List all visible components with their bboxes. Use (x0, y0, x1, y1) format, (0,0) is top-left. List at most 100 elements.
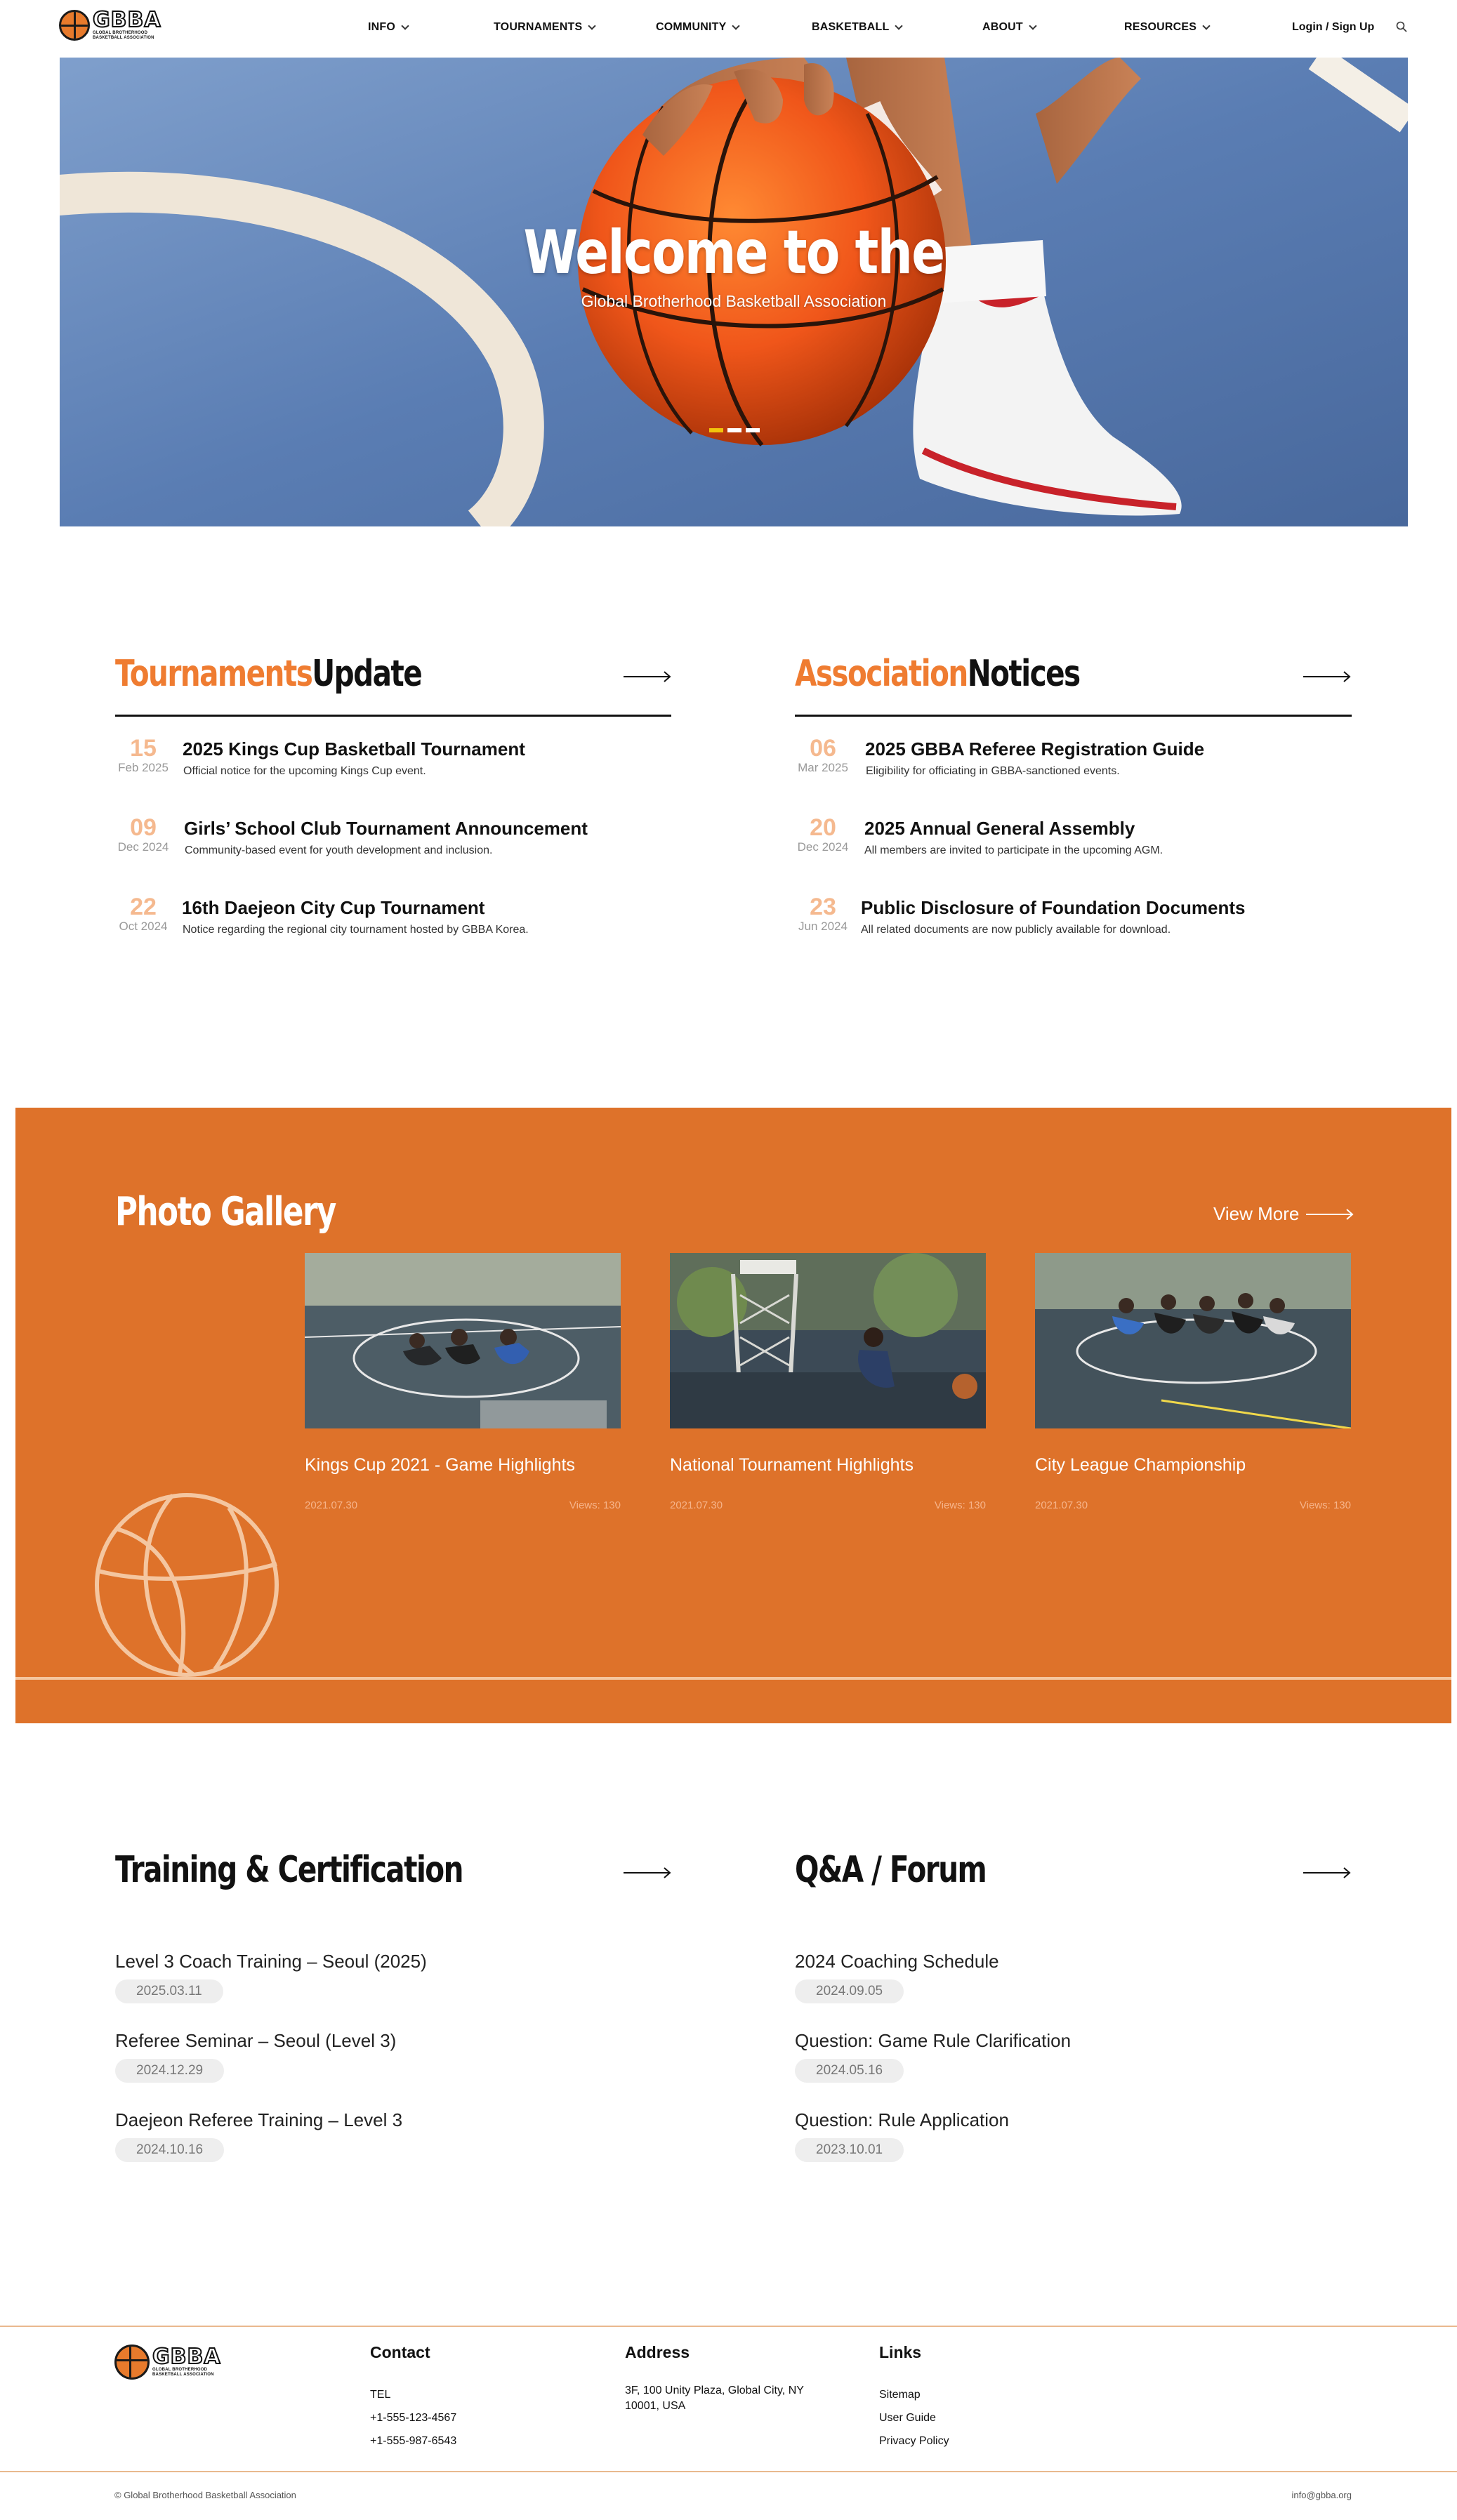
logo-subtitle-1: GLOBAL BROTHERHOOD (93, 31, 148, 35)
training-item-date: 2024.10.16 (115, 2138, 225, 2162)
notice-news-item[interactable]: 20 Dec 2024 2025 Annual General Assembly… (795, 815, 1357, 864)
training-item-date: 2024.12.29 (115, 2059, 225, 2083)
gallery-divider (15, 1677, 1451, 1680)
training-list-item[interactable]: Level 3 Coach Training – Seoul (2025) 20… (115, 1951, 607, 2003)
training-item-title: Referee Seminar – Seoul (Level 3) (115, 2030, 397, 2051)
tournament-news-item[interactable]: 15 Feb 2025 2025 Kings Cup Basketball To… (115, 736, 677, 785)
forum-item-date: 2023.10.01 (795, 2138, 904, 2162)
news-title: 2025 GBBA Referee Registration Guide (865, 738, 1205, 760)
footer-address-line: 10001, USA (625, 2400, 686, 2412)
chevron-down-icon (588, 21, 597, 30)
chevron-down-icon (732, 21, 741, 30)
gallery-card-views: Views: 130 (569, 1499, 621, 1511)
tournaments-section-title: TournamentsUpdate (115, 653, 423, 695)
forum-more-arrow-icon[interactable] (1303, 1866, 1351, 1880)
nav-resources[interactable]: RESOURCES (1124, 21, 1211, 34)
footer-address-heading: Address (625, 2343, 690, 2361)
gallery-card[interactable]: City League Championship 2021.07.30 View… (1035, 1253, 1351, 1511)
forum-item-date: 2024.09.05 (795, 1979, 904, 2003)
gallery-card[interactable]: National Tournament Highlights 2021.07.3… (670, 1253, 986, 1511)
nav-about-label: ABOUT (982, 21, 1023, 33)
footer-link-privacy-policy[interactable]: Privacy Policy (879, 2429, 949, 2453)
news-description: Official notice for the upcoming Kings C… (183, 765, 426, 777)
gallery-card-views: Views: 130 (934, 1499, 986, 1511)
search-icon[interactable] (1396, 21, 1407, 32)
tournament-news-item[interactable]: 22 Oct 2024 16th Daejeon City Cup Tourna… (115, 894, 677, 943)
hero-subtitle: Global Brotherhood Basketball Associatio… (581, 292, 887, 310)
notice-news-item[interactable]: 06 Mar 2025 2025 GBBA Referee Registrati… (795, 736, 1357, 785)
forum-section-title: Q&A / Forum (795, 1849, 987, 1891)
notices-title-rest: Notices (967, 653, 1081, 695)
notices-more-arrow-icon[interactable] (1303, 670, 1351, 684)
news-title: 16th Daejeon City Cup Tournament (182, 897, 485, 918)
training-section-title: Training & Certification (115, 1849, 463, 1891)
tournaments-divider (115, 715, 671, 717)
training-list-item[interactable]: Daejeon Referee Training – Level 3 2024.… (115, 2109, 607, 2162)
footer-contact-heading: Contact (370, 2343, 430, 2361)
view-more-link[interactable]: View More (1213, 1203, 1354, 1225)
nav-community-label: COMMUNITY (656, 21, 727, 33)
nav-basketball[interactable]: BASKETBALL (812, 21, 904, 34)
carousel-dot[interactable] (727, 428, 741, 432)
nav-info-label: INFO (368, 21, 396, 33)
footer-email[interactable]: info@gbba.org (1292, 2490, 1352, 2500)
login-signup-link[interactable]: Login / Sign Up (1292, 21, 1374, 34)
gallery-title: Photo Gallery (115, 1189, 336, 1235)
tournaments-title-accent: Tournaments (115, 653, 313, 695)
footer-copyright: © Global Brotherhood Basketball Associat… (114, 2490, 296, 2500)
nav-tournaments[interactable]: TOURNAMENTS (494, 21, 597, 34)
chevron-down-icon (1202, 21, 1211, 30)
footer-top-divider (0, 2326, 1457, 2327)
notice-news-item[interactable]: 23 Jun 2024 Public Disclosure of Foundat… (795, 894, 1357, 943)
training-item-title: Level 3 Coach Training – Seoul (2025) (115, 1951, 427, 1972)
forum-list-item[interactable]: 2024 Coaching Schedule 2024.09.05 (795, 1951, 1286, 2003)
footer-link-sitemap[interactable]: Sitemap (879, 2383, 949, 2406)
nav-about[interactable]: ABOUT (982, 21, 1037, 34)
chevron-down-icon (401, 21, 409, 30)
training-more-arrow-icon[interactable] (624, 1866, 671, 1880)
hero-banner: Welcome to the Global Brotherhood Basket… (60, 58, 1408, 526)
forum-list-item[interactable]: Question: Game Rule Clarification 2024.0… (795, 2030, 1286, 2083)
footer-link-user-guide[interactable]: User Guide (879, 2406, 949, 2429)
footer-address-line: 3F, 100 Unity Plaza, Global City, NY (625, 2385, 804, 2396)
news-day: 15 (130, 735, 157, 762)
tournaments-more-arrow-icon[interactable] (624, 670, 671, 684)
news-date: 20 Dec 2024 (795, 815, 851, 854)
footer-links-heading: Links (879, 2343, 922, 2361)
news-title: 2025 Annual General Assembly (864, 818, 1135, 839)
news-date: 23 Jun 2024 (795, 894, 851, 934)
tournament-news-item[interactable]: 09 Dec 2024 Girls’ School Club Tournamen… (115, 815, 677, 864)
arrow-right-icon (1306, 1208, 1354, 1220)
footer-contact-phone[interactable]: +1-555-123-4567 (370, 2406, 456, 2429)
gallery-card[interactable]: Kings Cup 2021 - Game Highlights 2021.07… (305, 1253, 621, 1511)
training-list-item[interactable]: Referee Seminar – Seoul (Level 3) 2024.1… (115, 2030, 607, 2083)
gallery-photo (670, 1253, 986, 1428)
forum-item-title: 2024 Coaching Schedule (795, 1951, 999, 1972)
carousel-dot[interactable] (746, 428, 760, 432)
footer-logo[interactable]: GBBA GLOBAL BROTHERHOOD BASKETBALL ASSOC… (114, 2345, 221, 2380)
news-description: Eligibility for officiating in GBBA-sanc… (866, 765, 1120, 777)
logo-wordmark: GBBA (92, 8, 161, 32)
nav-info[interactable]: INFO (368, 21, 409, 34)
news-day: 20 (810, 814, 836, 841)
site-header: GBBA GLOBAL BROTHERHOOD BASKETBALL ASSOC… (0, 0, 1457, 58)
nav-community[interactable]: COMMUNITY (656, 21, 741, 34)
footer-contact-phone[interactable]: +1-555-987-6543 (370, 2429, 456, 2453)
logo-text-block: GBBA GLOBAL BROTHERHOOD BASKETBALL ASSOC… (92, 8, 161, 41)
news-month: Mar 2025 (798, 761, 848, 774)
training-item-title: Daejeon Referee Training – Level 3 (115, 2109, 403, 2130)
carousel-dot[interactable] (709, 428, 723, 432)
carousel-indicators (709, 428, 760, 432)
forum-item-title: Question: Game Rule Clarification (795, 2030, 1072, 2051)
notices-section-title: AssociationNotices (795, 653, 1081, 695)
gallery-photo (1035, 1253, 1351, 1428)
gallery-card-title: National Tournament Highlights (670, 1455, 914, 1475)
site-logo[interactable]: GBBA GLOBAL BROTHERHOOD BASKETBALL ASSOC… (59, 8, 161, 41)
forum-list-item[interactable]: Question: Rule Application 2023.10.01 (795, 2109, 1286, 2162)
news-date: 22 Oct 2024 (115, 894, 171, 934)
footer-contact-line: TEL (370, 2389, 391, 2401)
news-date: 09 Dec 2024 (115, 815, 171, 854)
gallery-card-views: Views: 130 (1299, 1499, 1351, 1511)
news-month: Jun 2024 (798, 920, 848, 933)
news-day: 09 (130, 814, 157, 841)
